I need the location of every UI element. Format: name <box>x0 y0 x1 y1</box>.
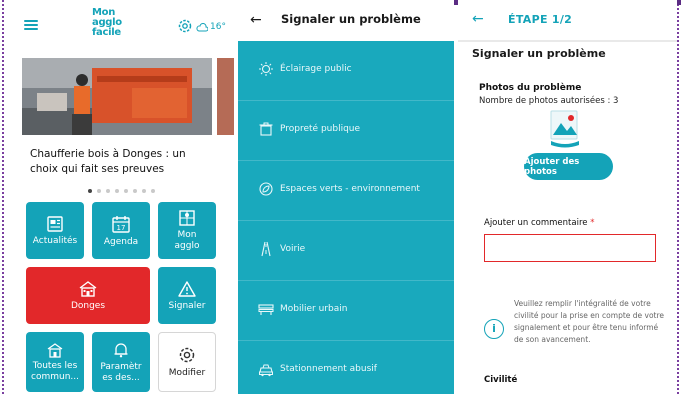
app-logo: Mon agglo facile <box>92 7 122 38</box>
category-eclairage-public[interactable]: Éclairage public <box>238 41 454 101</box>
tile-label: Actualités <box>32 235 78 246</box>
carousel-dots[interactable] <box>88 189 155 193</box>
lightbulb-icon <box>259 62 273 76</box>
tile-label: Modifier <box>168 368 206 378</box>
gear-icon[interactable] <box>177 18 193 34</box>
carousel-dot[interactable] <box>115 189 119 193</box>
next-card-peek <box>217 58 234 135</box>
tile-modifier[interactable]: Modifier <box>158 332 216 392</box>
form-heading: Signaler un problème <box>472 47 606 60</box>
tile-parametres[interactable]: Paramètr es des... <box>92 332 150 392</box>
tile-label: Donges <box>70 300 106 311</box>
page-title: Signaler un problème <box>281 12 421 26</box>
screenshot-collage: Mon agglo facile 16° Chaufferie bois à D… <box>0 0 681 394</box>
category-proprete-publique[interactable]: Propreté publique <box>238 101 454 161</box>
car-icon <box>259 364 273 377</box>
tile-toutes-communes[interactable]: Toutes les commun... <box>26 332 84 392</box>
calendar-day: 17 <box>117 224 126 232</box>
report-form-screen: ← ÉTAPE 1/2 Signaler un problème Photos … <box>458 0 677 394</box>
bell-icon <box>114 342 128 357</box>
right-border <box>677 0 679 394</box>
comment-input[interactable] <box>484 234 656 262</box>
info-text: Veuillez remplir l'intégralité de votre … <box>514 299 665 344</box>
tile-label: Mon agglo <box>174 230 200 251</box>
buildings-icon <box>47 342 63 358</box>
warning-icon <box>178 280 196 297</box>
category-stationnement-abusif[interactable]: Stationnement abusif <box>238 341 454 394</box>
comment-label: Ajouter un commentaire * <box>484 218 595 228</box>
required-asterisk: * <box>590 218 595 228</box>
home-screen: Mon agglo facile 16° Chaufferie bois à D… <box>10 0 234 394</box>
cloud-icon <box>196 22 208 32</box>
menu-icon[interactable] <box>24 20 38 30</box>
category-label: Espaces verts - environnement <box>280 184 420 194</box>
tile-mon-agglo[interactable]: Mon agglo <box>158 202 216 259</box>
home-header: Mon agglo facile 16° <box>10 0 234 54</box>
carousel-dot[interactable] <box>151 189 155 193</box>
weather-widget: 16° <box>196 20 234 34</box>
carousel-dot[interactable] <box>97 189 101 193</box>
carousel-dot[interactable] <box>88 189 92 193</box>
back-arrow-icon[interactable]: ← <box>472 11 484 27</box>
tile-label: Signaler <box>168 300 206 311</box>
tile-agenda[interactable]: 17 Agenda <box>92 202 150 259</box>
left-border <box>2 0 4 394</box>
carousel-dot[interactable] <box>142 189 146 193</box>
report-category-screen: ← Signaler un problème Éclairage public … <box>238 0 454 394</box>
photo-placeholder-icon <box>550 110 579 148</box>
news-image <box>22 58 212 135</box>
report-category-header: ← Signaler un problème <box>238 0 454 41</box>
civility-label: Civilité <box>484 375 518 385</box>
divider <box>458 40 677 42</box>
leaf-icon <box>259 182 273 196</box>
category-voirie[interactable]: Voirie <box>238 221 454 281</box>
carousel-dot[interactable] <box>106 189 110 193</box>
newspaper-icon <box>47 215 63 232</box>
category-label: Propreté publique <box>280 124 361 134</box>
add-photos-button[interactable]: Ajouter des photos <box>524 153 613 180</box>
carousel-dot[interactable] <box>133 189 137 193</box>
category-mobilier-urbain[interactable]: Mobilier urbain <box>238 281 454 341</box>
info-icon: i <box>484 319 504 339</box>
town-hall-icon <box>79 280 97 297</box>
form-topbar: ← ÉTAPE 1/2 <box>458 0 677 40</box>
calendar-icon: 17 <box>112 215 130 233</box>
gear-icon <box>179 347 195 363</box>
news-title: Chaufferie bois à Donges : un choix qui … <box>30 148 186 175</box>
photos-limit: Nombre de photos autorisées : 3 <box>479 96 619 106</box>
temperature: 16° <box>210 22 226 32</box>
step-indicator: ÉTAPE 1/2 <box>508 13 573 26</box>
back-arrow-icon[interactable]: ← <box>250 12 262 28</box>
tile-signaler[interactable]: Signaler <box>158 267 216 324</box>
carousel-dot[interactable] <box>124 189 128 193</box>
category-label: Éclairage public <box>280 64 352 74</box>
tile-label: Toutes les commun... <box>31 360 79 382</box>
category-espaces-verts[interactable]: Espaces verts - environnement <box>238 161 454 221</box>
tile-actualites[interactable]: Actualités <box>26 202 84 259</box>
map-grid-icon <box>179 210 195 226</box>
bench-icon <box>258 304 274 315</box>
road-icon <box>261 241 271 257</box>
category-label: Stationnement abusif <box>280 364 377 374</box>
photos-label: Photos du problème <box>479 83 582 93</box>
tile-label: Paramètr es des... <box>100 361 142 383</box>
news-card[interactable]: Chaufferie bois à Donges : un choix qui … <box>22 58 212 185</box>
trash-icon <box>259 122 273 136</box>
category-list: Éclairage public Propreté publique Espac… <box>238 41 454 394</box>
tile-label: Agenda <box>103 236 139 247</box>
category-label: Mobilier urbain <box>280 304 348 314</box>
info-box: i Veuillez remplir l'intégralité de votr… <box>478 286 668 362</box>
category-label: Voirie <box>280 244 306 254</box>
tile-donges[interactable]: Donges <box>26 267 150 324</box>
